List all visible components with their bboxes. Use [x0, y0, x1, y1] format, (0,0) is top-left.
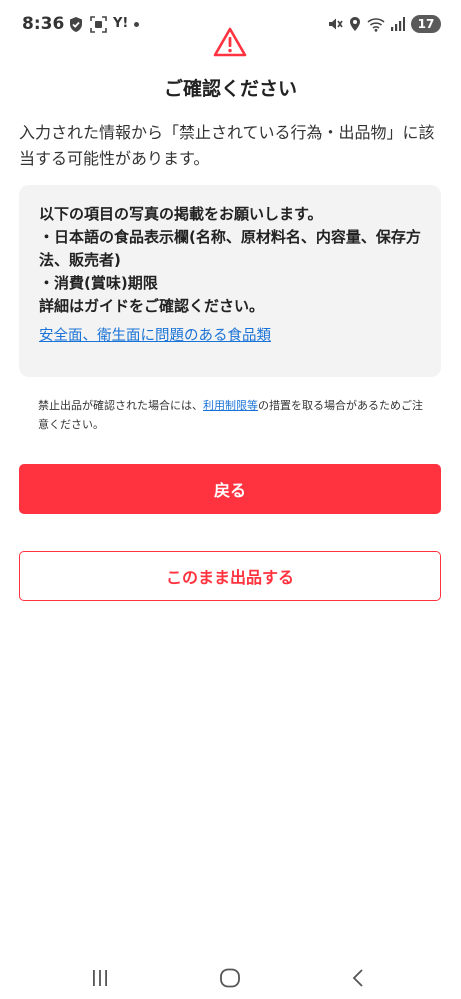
- restriction-notice: 禁止出品が確認された場合には、利用制限等の措置を取る場合があるためご注意ください…: [38, 396, 432, 434]
- home-icon: [220, 968, 240, 988]
- requirement-line: ・消費(賞味)期限: [39, 274, 158, 292]
- status-right-icons: 17: [327, 13, 441, 35]
- system-nav-bar: [0, 960, 461, 999]
- warning-triangle-icon: [213, 27, 247, 57]
- shield-check-icon: [70, 16, 82, 32]
- page-title: ご確認ください: [163, 78, 297, 100]
- mute-icon: [329, 18, 343, 30]
- requirement-line: ・日本語の食品表示欄(名称、原材料名、内容量、保存方法、販売者): [39, 228, 421, 269]
- nav-back-button[interactable]: [328, 960, 388, 996]
- back-icon: [352, 969, 363, 987]
- warning-message: 入力された情報から「禁止されている行為・出品物」に該当する可能性があります。: [19, 123, 435, 168]
- requirement-line: 詳細はガイドをご確認ください。: [39, 297, 265, 315]
- location-icon: [350, 17, 360, 31]
- food-safety-guide-link[interactable]: 安全面、衛生面に問題のある食品類: [39, 326, 271, 346]
- battery-icon: 17: [411, 15, 441, 33]
- recent-apps-button[interactable]: [70, 960, 130, 996]
- status-time: 8:36: [22, 14, 65, 34]
- continue-listing-button[interactable]: このまま出品する: [19, 551, 441, 601]
- requirement-line: 以下の項目の写真の掲載をお願いします。: [39, 205, 323, 223]
- back-button[interactable]: 戻る: [19, 464, 441, 514]
- signal-icon: [391, 17, 405, 31]
- status-left-icons: Y!: [68, 14, 140, 34]
- notice-text-before: 禁止出品が確認された場合には、: [38, 399, 203, 412]
- dot-icon: [134, 21, 140, 27]
- home-button[interactable]: [200, 960, 260, 996]
- wifi-icon: [367, 17, 385, 32]
- screenshot-icon: [90, 15, 107, 33]
- recent-apps-icon: [93, 970, 107, 986]
- photo-requirements-box: 以下の項目の写真の掲載をお願いします。 ・日本語の食品表示欄(名称、原材料名、内…: [19, 185, 441, 377]
- usage-restriction-link[interactable]: 利用制限等: [203, 399, 258, 412]
- yahoo-icon: Y!: [113, 16, 129, 31]
